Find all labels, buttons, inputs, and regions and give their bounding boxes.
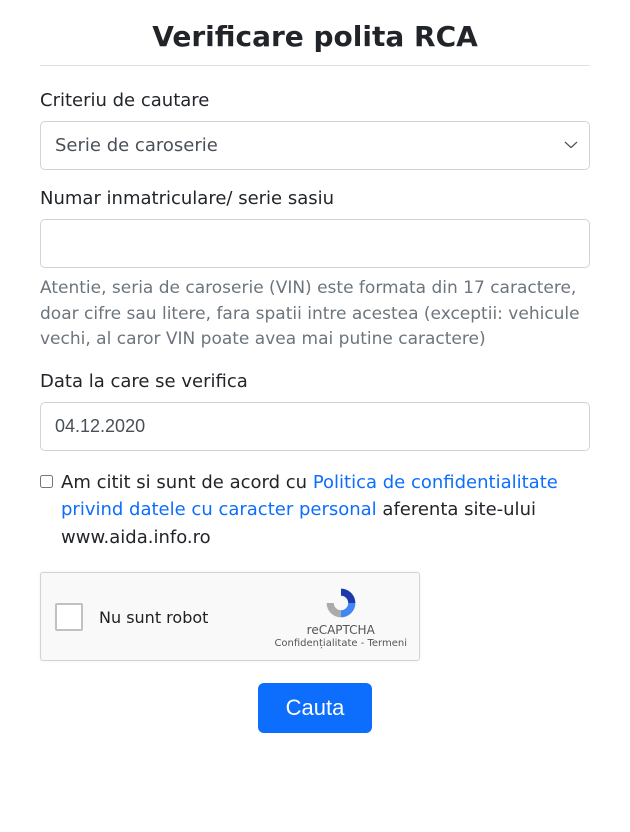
vehicle-group: Numar inmatriculare/ serie sasiu Atentie… [40, 188, 590, 353]
criteria-label: Criteriu de cautare [40, 90, 590, 111]
separator [40, 65, 590, 66]
recaptcha-icon [323, 585, 359, 621]
page-title: Verificare polita RCA [40, 20, 590, 53]
recaptcha-label: Nu sunt robot [99, 608, 274, 627]
consent-row: Am citit si sunt de acord cu Politica de… [40, 469, 590, 553]
date-input[interactable] [40, 402, 590, 451]
date-group: Data la care se verifica [40, 371, 590, 451]
vehicle-input[interactable] [40, 219, 590, 268]
recaptcha-footer-links[interactable]: Confidențialitate - Termeni [274, 638, 407, 650]
recaptcha-branding: reCAPTCHA Confidențialitate - Termeni [274, 585, 407, 649]
recaptcha-checkbox[interactable] [55, 603, 83, 631]
recaptcha-brand-text: reCAPTCHA [307, 623, 375, 637]
recaptcha-widget: Nu sunt robot reCAPTCHA Confidențialitat… [40, 572, 420, 660]
consent-text: Am citit si sunt de acord cu Politica de… [61, 469, 590, 553]
consent-text-before: Am citit si sunt de acord cu [61, 472, 313, 493]
date-label: Data la care se verifica [40, 371, 590, 392]
vehicle-label: Numar inmatriculare/ serie sasiu [40, 188, 590, 209]
criteria-select[interactable]: Serie de caroserie [40, 121, 590, 170]
consent-checkbox[interactable] [40, 474, 53, 489]
criteria-group: Criteriu de cautare Serie de caroserie [40, 90, 590, 170]
search-button[interactable]: Cauta [258, 683, 373, 733]
vehicle-help-text: Atentie, seria de caroserie (VIN) este f… [40, 276, 590, 353]
